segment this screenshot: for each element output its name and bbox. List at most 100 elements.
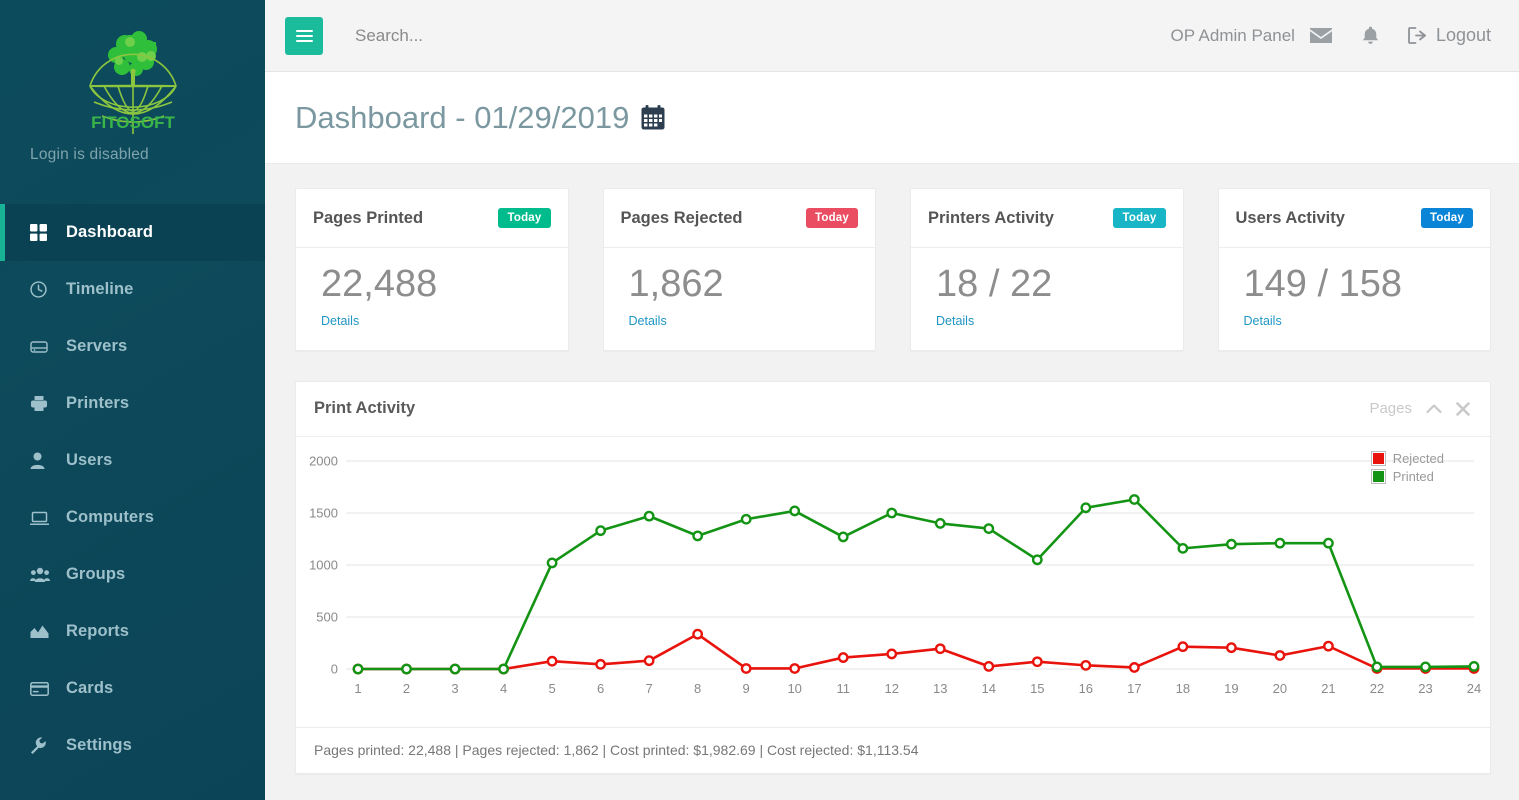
- data-point: [1031, 655, 1043, 667]
- data-point: [643, 654, 655, 666]
- stat-card-pages-rejected: Pages Rejected Today 1,862 Details: [602, 188, 876, 351]
- chevron-up-icon[interactable]: [1426, 403, 1442, 414]
- unit-label: Pages: [1369, 400, 1412, 418]
- sidebar-item-timeline[interactable]: Timeline: [0, 261, 265, 318]
- sidebar-item-computers[interactable]: Computers: [0, 489, 265, 546]
- data-point: [1031, 553, 1043, 565]
- page-title-text: Dashboard - 01/29/2019: [295, 99, 630, 135]
- sidebar-item-dashboard[interactable]: Dashboard: [0, 204, 265, 261]
- status-badge: Today: [498, 208, 551, 228]
- sidebar-item-users[interactable]: Users: [0, 432, 265, 489]
- main-area: OP Admin Panel: [265, 0, 1519, 800]
- sidebar-item-cards[interactable]: Cards: [0, 660, 265, 717]
- series-line-printed: [356, 497, 1476, 670]
- panel-title: Print Activity: [314, 399, 416, 418]
- data-point: [837, 531, 849, 542]
- data-point: [1323, 640, 1334, 652]
- y-tick-label: 1000: [309, 557, 338, 572]
- details-link[interactable]: Details: [321, 314, 359, 328]
- y-tick-label: 2000: [309, 453, 338, 468]
- legend-swatch: [1371, 469, 1385, 483]
- brand-area: FITOSOFT Login is disabled: [0, 0, 265, 163]
- data-point: [740, 662, 752, 674]
- grid-icon: [30, 223, 54, 243]
- data-point: [449, 663, 461, 674]
- search-input[interactable]: [355, 25, 775, 46]
- data-point: [401, 663, 412, 674]
- card-value: 149 / 158: [1243, 263, 1402, 305]
- sidebar-item-label: Settings: [66, 736, 132, 754]
- y-tick-label: 500: [316, 609, 338, 624]
- data-point: [498, 663, 509, 674]
- calendar-icon[interactable]: [641, 105, 665, 130]
- data-point: [546, 557, 558, 568]
- details-link[interactable]: Details: [1244, 314, 1282, 328]
- wrench-icon: [30, 736, 54, 756]
- fitosoft-logo-icon: FITOSOFT: [88, 31, 177, 134]
- logo-wordmark: FITOSOFT: [91, 113, 175, 132]
- card-value: 22,488: [321, 263, 438, 305]
- sidebar-item-reports[interactable]: Reports: [0, 603, 265, 660]
- stat-card-users-activity: Users Activity Today 149 / 158 Details: [1217, 188, 1491, 351]
- sidebar-item-printers[interactable]: Printers: [0, 375, 265, 432]
- x-tick-label: 4: [500, 681, 507, 696]
- sidebar-item-label: Servers: [66, 337, 128, 355]
- login-disabled-text: Login is disabled: [30, 146, 149, 163]
- app-root: FITOSOFT Login is disabled Dashboard Tim…: [0, 0, 1519, 800]
- bell-icon[interactable]: [1347, 26, 1394, 45]
- logout-button[interactable]: Logout: [1394, 25, 1491, 46]
- x-tick-label: 15: [1030, 681, 1044, 696]
- data-point: [1177, 542, 1189, 554]
- sidebar-item-settings[interactable]: Settings: [0, 717, 265, 774]
- data-point: [692, 530, 704, 541]
- envelope-icon[interactable]: [1295, 27, 1347, 44]
- x-tick-label: 17: [1127, 681, 1141, 696]
- data-point: [886, 648, 898, 659]
- topbar-right-group: OP Admin Panel Logout: [1171, 25, 1492, 46]
- data-point: [934, 517, 946, 529]
- data-point: [1177, 640, 1189, 652]
- data-point: [546, 655, 558, 667]
- data-point: [789, 505, 801, 516]
- data-point: [595, 524, 607, 536]
- legend-label: Rejected: [1392, 450, 1444, 466]
- page-title: Dashboard - 01/29/2019: [295, 100, 665, 136]
- hamburger-icon[interactable]: [285, 16, 323, 55]
- data-point: [837, 651, 849, 663]
- card-value: 1,862: [628, 263, 724, 305]
- data-point: [1371, 661, 1383, 672]
- y-tick-label: 1500: [309, 505, 338, 520]
- credit-card-icon: [30, 679, 54, 699]
- card-title: Pages Rejected: [620, 208, 743, 227]
- x-tick-label: 18: [1176, 681, 1190, 696]
- close-icon[interactable]: [1456, 401, 1470, 416]
- x-tick-label: 3: [451, 681, 458, 696]
- details-link[interactable]: Details: [629, 314, 667, 328]
- legend-item-printed: Printed: [1371, 469, 1444, 484]
- sidebar-item-servers[interactable]: Servers: [0, 318, 265, 375]
- data-point: [1080, 501, 1092, 513]
- panel-tools: Pages: [1369, 400, 1470, 417]
- app-logo: FITOSOFT: [0, 22, 265, 152]
- logout-label: Logout: [1435, 25, 1491, 45]
- legend-swatch: [1371, 451, 1385, 465]
- chart-legend: Rejected Printed: [1371, 450, 1444, 487]
- data-point: [1274, 649, 1286, 661]
- stat-cards-row: Pages Printed Today 22,488 Details Pages…: [295, 188, 1491, 351]
- page-title-bar: Dashboard - 01/29/2019: [265, 72, 1519, 164]
- card-title: Users Activity: [1235, 208, 1345, 227]
- x-tick-label: 22: [1370, 681, 1384, 696]
- data-point: [1080, 659, 1092, 671]
- data-point: [692, 628, 704, 640]
- content-area: Pages Printed Today 22,488 Details Pages…: [265, 164, 1519, 774]
- x-tick-label: 21: [1321, 681, 1335, 696]
- details-link[interactable]: Details: [936, 314, 974, 328]
- user-icon: [30, 451, 54, 471]
- x-tick-label: 6: [597, 681, 604, 696]
- x-tick-label: 8: [694, 681, 701, 696]
- print-activity-chart: 0 500 1000 1500 2000 1 2 3 4 5 6 7 8 9 10 11 12 13 14 15 16 1…: [296, 437, 1490, 727]
- sidebar-item-groups[interactable]: Groups: [0, 546, 265, 603]
- x-tick-label: 5: [548, 681, 555, 696]
- card-body: 1,862 Details: [604, 248, 876, 350]
- data-point: [1225, 641, 1237, 653]
